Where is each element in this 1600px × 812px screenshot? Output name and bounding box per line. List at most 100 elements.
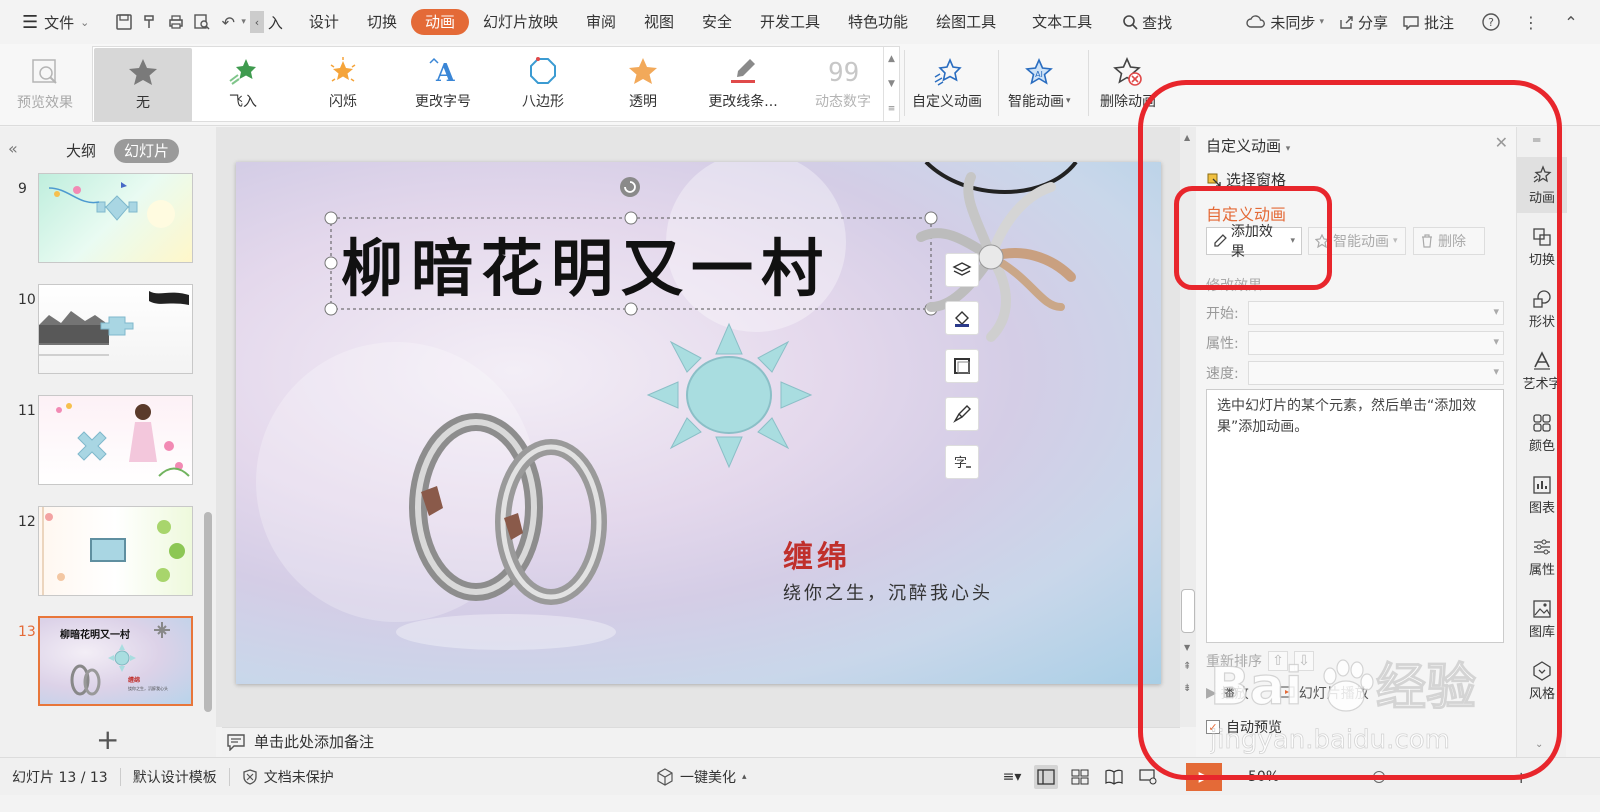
slide-thumbnail-image[interactable] (38, 395, 193, 485)
animation-transparent[interactable]: 透明 (593, 47, 693, 121)
property-select[interactable] (1248, 331, 1504, 355)
undo-dropdown-icon[interactable]: ▾ (241, 17, 246, 27)
slide-thumbnail[interactable]: 11 (0, 395, 210, 491)
current-slide[interactable]: 柳暗花明又一村 缠绵 绕你之生，沉醉我心头 (236, 162, 1161, 684)
animation-flash[interactable]: 闪烁 (293, 47, 393, 121)
tab-scroll-left[interactable]: ‹ (249, 11, 264, 33)
chevron-down-icon[interactable]: ▼ (1184, 643, 1190, 652)
speed-select[interactable] (1248, 361, 1504, 385)
rt-color[interactable]: 颜色 (1517, 405, 1567, 461)
document-protection[interactable]: 文档未保护 (230, 767, 346, 787)
move-up-icon[interactable]: ⇧ (1268, 651, 1288, 671)
custom-animation-button[interactable]: 自定义动画 (912, 48, 982, 120)
annotate-button[interactable]: 批注 (1402, 12, 1454, 33)
zoom-in-icon[interactable]: + (1515, 768, 1528, 787)
slide-thumbnail-current[interactable]: 13 柳暗花明又一村 缠绵 绕你之生，沉醉我心头 (0, 616, 210, 712)
print-icon[interactable] (163, 9, 189, 35)
toolbar-menu-icon[interactable]: ═ (1533, 133, 1540, 147)
zoom-level[interactable]: 50% (1248, 769, 1279, 785)
layers-icon[interactable] (945, 253, 979, 287)
rt-wordart[interactable]: 艺术字 (1517, 343, 1567, 399)
chevron-down-icon[interactable]: ▼ (888, 79, 895, 89)
undo-icon[interactable]: ↶ (215, 9, 241, 35)
animation-octagon[interactable]: 八边形 (493, 47, 593, 121)
move-down-icon[interactable]: ⇩ (1294, 651, 1314, 671)
tab-text-tools[interactable]: 文本工具 (1018, 9, 1106, 35)
tab-insert-partial[interactable]: 入 (264, 8, 291, 36)
checkbox-checked-icon[interactable]: ✓ (1206, 720, 1220, 734)
rt-animation[interactable]: 动画 (1517, 157, 1567, 213)
slide-title-text[interactable]: 柳暗花明又一村 (341, 232, 831, 305)
thumbnail-scrollbar[interactable] (204, 512, 212, 712)
prev-slide-icon[interactable]: ⇞ (1183, 661, 1191, 672)
tab-security[interactable]: 安全 (688, 9, 746, 35)
animation-dynamic-number[interactable]: 99 动态数字 (793, 47, 893, 121)
file-menu[interactable]: ☰ 文件 ⌄ (16, 8, 95, 36)
animation-list[interactable]: 选中幻灯片的某个元素，然后单击“添加效果”添加动画。 (1206, 389, 1504, 643)
tab-drawing-tools[interactable]: 绘图工具 (922, 9, 1018, 35)
tab-slides[interactable]: 幻灯片 (114, 139, 180, 163)
add-effect-button[interactable]: 添加效果 ▾ (1206, 224, 1302, 260)
slide-thumbnail[interactable]: 12 (0, 506, 210, 602)
sun-shape[interactable] (646, 322, 813, 469)
shape-outline-icon[interactable] (945, 349, 979, 383)
tab-slideshow[interactable]: 幻灯片放映 (469, 9, 572, 35)
design-template[interactable]: 默认设计模板 (121, 767, 229, 787)
pane-title[interactable]: 自定义动画 ▾ (1206, 135, 1290, 156)
tab-transition[interactable]: 切换 (353, 9, 411, 35)
animation-none[interactable]: 无 (94, 48, 192, 122)
chevron-up-icon[interactable]: ▲ (1184, 133, 1190, 142)
smart-animation-pane-button[interactable]: 智能动画 ▾ (1308, 227, 1406, 255)
slideshow-button[interactable]: 幻灯片播放 (1279, 683, 1369, 703)
format-painter-icon[interactable] (137, 9, 163, 35)
one-click-beautify[interactable]: 一键美化 ▴ (644, 767, 759, 787)
collapse-ribbon-icon[interactable]: ⌃ (1558, 9, 1584, 35)
tab-review[interactable]: 审阅 (572, 9, 630, 35)
zoom-slider-thumb[interactable] (1372, 771, 1385, 783)
scroll-thumb[interactable] (1181, 589, 1195, 633)
format-brush-icon[interactable] (945, 397, 979, 431)
tab-outline[interactable]: 大纲 (56, 139, 106, 163)
notes-toggle-icon[interactable]: ≡▾ (1000, 765, 1024, 789)
slide-thumbnail-image[interactable] (38, 506, 193, 596)
start-select[interactable] (1248, 301, 1504, 325)
tab-view[interactable]: 视图 (630, 9, 688, 35)
pendant-image[interactable] (894, 162, 1078, 342)
slide-thumbnail-image[interactable] (38, 173, 193, 263)
presenter-view-icon[interactable] (1136, 765, 1160, 789)
auto-preview-checkbox[interactable]: ✓ 自动预览 (1206, 717, 1282, 737)
fill-color-icon[interactable] (945, 301, 979, 335)
text-style-icon[interactable]: 字 (945, 445, 979, 479)
start-slideshow-button[interactable]: ▶ (1186, 763, 1222, 791)
gallery-scroll[interactable]: ▲ ▼ ≡ (883, 47, 899, 121)
help-icon[interactable]: ? (1478, 9, 1504, 35)
rt-chart[interactable]: 图表 (1517, 467, 1567, 523)
rt-property[interactable]: 属性 (1517, 529, 1567, 585)
notes-bar[interactable]: 单击此处添加备注 (222, 727, 1180, 755)
next-slide-icon[interactable]: ⇟ (1183, 683, 1191, 694)
tab-design[interactable]: 设计 (295, 9, 353, 35)
preview-effect-button[interactable]: 预览效果 (10, 50, 80, 120)
slide-subtitle-text[interactable]: 缠绵 (783, 540, 851, 575)
gallery-expand-icon[interactable]: ≡ (888, 104, 896, 114)
delete-effect-button[interactable]: 删除 (1413, 227, 1485, 255)
tab-features[interactable]: 特色功能 (834, 9, 922, 35)
collapse-panel-icon[interactable]: « (8, 139, 18, 158)
slide-sorter-icon[interactable] (1068, 765, 1092, 789)
zoom-out-icon[interactable]: − (1309, 768, 1322, 787)
tab-developer[interactable]: 开发工具 (746, 9, 834, 35)
animation-change-font-size[interactable]: A 更改字号 (393, 47, 493, 121)
reading-view-icon[interactable] (1102, 765, 1126, 789)
share-button[interactable]: 分享 (1338, 12, 1388, 33)
normal-view-icon[interactable] (1034, 765, 1058, 789)
slide-thumbnail-image[interactable] (38, 284, 193, 374)
edit-scrollbar[interactable]: ▲ ▼ ⇞ ⇟ (1180, 127, 1196, 727)
more-icon[interactable]: ⋮ (1518, 9, 1544, 35)
save-icon[interactable] (111, 9, 137, 35)
search-button[interactable]: 查找 (1122, 12, 1172, 33)
toolbar-expand-icon[interactable]: ⌄ (1535, 739, 1543, 750)
slide-tagline-text[interactable]: 绕你之生，沉醉我心头 (783, 583, 993, 604)
animation-fly-in[interactable]: 飞入 (193, 47, 293, 121)
rt-transition[interactable]: 切换 (1517, 219, 1567, 275)
rt-style[interactable]: 风格 (1517, 653, 1567, 709)
